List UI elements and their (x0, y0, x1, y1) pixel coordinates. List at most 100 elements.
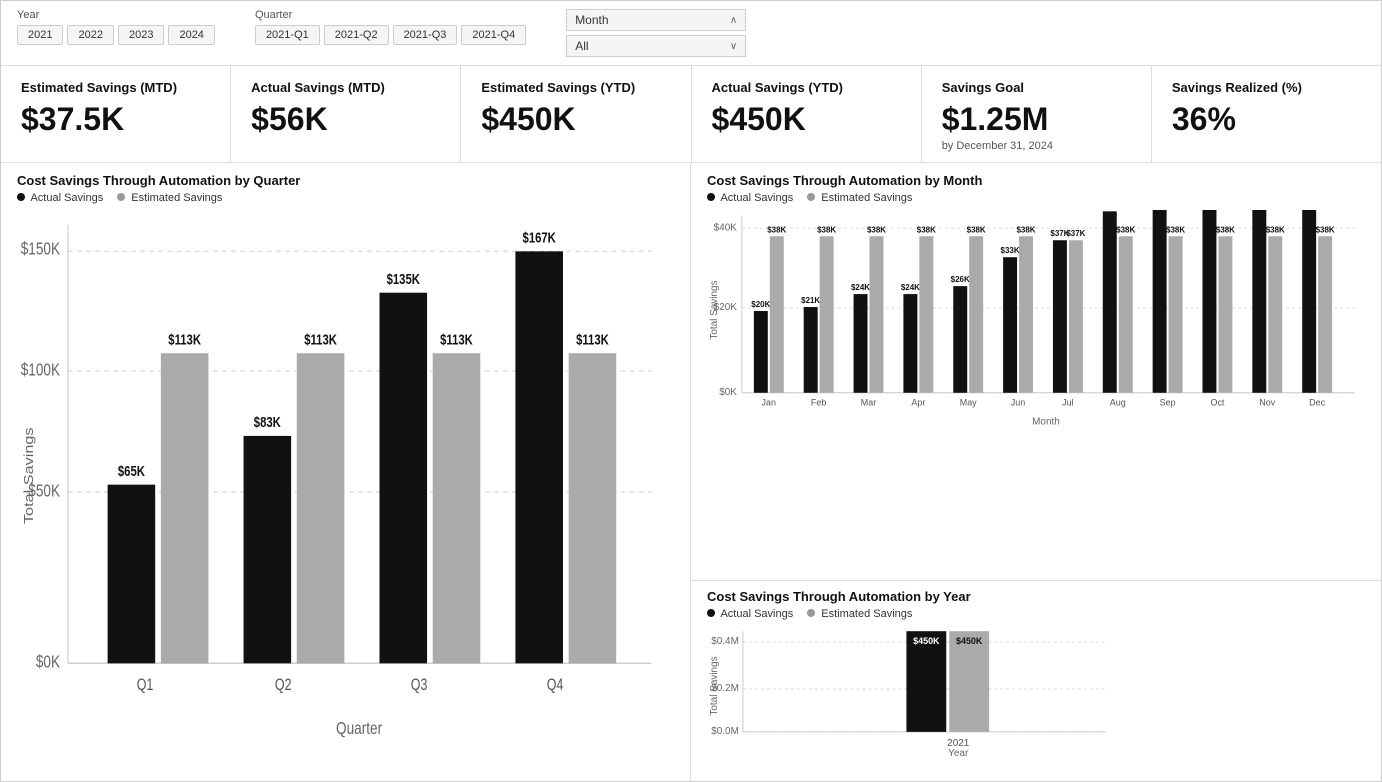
svg-text:Total Savings: Total Savings (709, 280, 720, 339)
svg-text:Q2: Q2 (275, 676, 292, 694)
svg-text:Jun: Jun (1011, 398, 1025, 408)
svg-text:Month: Month (1032, 417, 1060, 428)
svg-text:$26K: $26K (951, 275, 970, 284)
month-dropdown-top[interactable]: Month ∧ (566, 9, 746, 31)
svg-text:$150K: $150K (21, 240, 61, 259)
svg-text:$167K: $167K (523, 229, 557, 246)
yearly-actual-dot (707, 609, 715, 617)
quarter-q3-btn[interactable]: 2021-Q3 (393, 25, 458, 45)
svg-text:Apr: Apr (911, 398, 925, 408)
charts-area: Cost Savings Through Automation by Quart… (1, 163, 1381, 781)
quarter-q2-btn[interactable]: 2021-Q2 (324, 25, 389, 45)
quarter-filter-label: Quarter (255, 9, 526, 21)
year-filter-group: Year 2021 2022 2023 2024 (17, 9, 215, 45)
svg-text:$38K: $38K (967, 225, 986, 234)
quarterly-chart-title: Cost Savings Through Automation by Quart… (17, 173, 674, 188)
kpi-estimated-ytd-title: Estimated Savings (YTD) (481, 80, 635, 97)
actual-legend-dot (17, 193, 25, 201)
svg-text:$24K: $24K (851, 283, 870, 292)
kpi-actual-mtd-value: $56K (251, 101, 328, 138)
svg-text:$21K: $21K (801, 296, 820, 305)
quarter-filter-group: Quarter 2021-Q1 2021-Q2 2021-Q3 2021-Q4 (255, 9, 526, 45)
monthly-estimated-legend: Estimated Savings (807, 192, 912, 204)
svg-text:$38K: $38K (1016, 225, 1035, 234)
kpi-actual-mtd-title: Actual Savings (MTD) (251, 80, 385, 97)
kpi-savings-goal: Savings Goal $1.25M by December 31, 2024 (922, 66, 1152, 162)
quarter-filter-buttons: 2021-Q1 2021-Q2 2021-Q3 2021-Q4 (255, 25, 526, 45)
svg-text:$38K: $38K (1116, 225, 1135, 234)
svg-text:$38K: $38K (767, 225, 786, 234)
monthly-chart-svg: $40K $20K $0K Total Savings (707, 210, 1365, 430)
kpi-actual-mtd: Actual Savings (MTD) $56K (231, 66, 461, 162)
svg-text:Oct: Oct (1210, 398, 1224, 408)
kpi-actual-ytd-value: $450K (712, 101, 806, 138)
kpi-estimated-ytd-value: $450K (481, 101, 575, 138)
quarterly-chart-legend: Actual Savings Estimated Savings (17, 192, 674, 204)
svg-text:$83K: $83K (254, 413, 281, 430)
svg-text:$38K: $38K (817, 225, 836, 234)
svg-text:Q4: Q4 (547, 676, 564, 694)
actual-legend-item: Actual Savings (17, 192, 103, 204)
year-2023-btn[interactable]: 2023 (118, 25, 164, 45)
svg-text:Aug: Aug (1110, 398, 1126, 408)
yearly-chart-legend: Actual Savings Estimated Savings (707, 608, 1365, 620)
monthly-actual-legend: Actual Savings (707, 192, 793, 204)
kpi-savings-realized-value: 36% (1172, 101, 1236, 138)
yearly-chart-svg: $0.4M $0.2M $0.0M Total Savings (707, 626, 1365, 756)
svg-text:May: May (960, 398, 977, 408)
svg-text:$38K: $38K (867, 225, 886, 234)
svg-text:$65K: $65K (118, 462, 145, 479)
year-2024-btn[interactable]: 2024 (168, 25, 214, 45)
year-2022-btn[interactable]: 2022 (67, 25, 113, 45)
svg-text:Year: Year (948, 748, 969, 756)
svg-text:$40K: $40K (714, 222, 738, 233)
svg-text:Sep: Sep (1160, 398, 1176, 408)
svg-text:$20K: $20K (751, 300, 770, 309)
year-2021-btn[interactable]: 2021 (17, 25, 63, 45)
svg-text:$113K: $113K (304, 331, 337, 348)
svg-text:$24K: $24K (901, 283, 920, 292)
kpi-estimated-mtd: Estimated Savings (MTD) $37.5K (1, 66, 231, 162)
quarterly-chart: Cost Savings Through Automation by Quart… (1, 163, 691, 781)
yearly-chart-title: Cost Savings Through Automation by Year (707, 589, 1365, 604)
svg-text:$0K: $0K (36, 653, 61, 672)
kpi-savings-goal-subtitle: by December 31, 2024 (942, 140, 1053, 152)
estimated-legend-dot (117, 193, 125, 201)
dashboard: Year 2021 2022 2023 2024 Quarter 2021-Q1… (0, 0, 1382, 782)
svg-text:Feb: Feb (811, 398, 826, 408)
filter-bar: Year 2021 2022 2023 2024 Quarter 2021-Q1… (1, 1, 1381, 66)
svg-text:$37K: $37K (1066, 229, 1085, 238)
kpi-savings-goal-value: $1.25M (942, 101, 1049, 138)
month-dropdown-value[interactable]: All ∨ (566, 35, 746, 57)
quarterly-chart-svg: $150K $100K $50K $0K Total Savings (17, 210, 674, 771)
svg-text:Q1: Q1 (137, 676, 154, 694)
yearly-estimated-dot (807, 609, 815, 617)
svg-text:Total Savings: Total Savings (709, 656, 720, 715)
svg-text:$450K: $450K (956, 636, 983, 646)
monthly-chart: Cost Savings Through Automation by Month… (691, 163, 1381, 581)
svg-text:Jul: Jul (1062, 398, 1073, 408)
quarter-q1-btn[interactable]: 2021-Q1 (255, 25, 320, 45)
kpi-estimated-mtd-value: $37.5K (21, 101, 124, 138)
right-charts: Cost Savings Through Automation by Month… (691, 163, 1381, 781)
svg-text:Jan: Jan (762, 398, 776, 408)
svg-text:Quarter: Quarter (336, 719, 382, 738)
svg-text:Nov: Nov (1259, 398, 1275, 408)
monthly-estimated-dot (807, 193, 815, 201)
svg-text:$450K: $450K (913, 636, 940, 646)
chevron-down-icon: ∨ (730, 41, 737, 52)
svg-text:$38K: $38K (1266, 225, 1285, 234)
svg-text:$38K: $38K (1166, 225, 1185, 234)
svg-text:$38K: $38K (917, 225, 936, 234)
kpi-estimated-mtd-title: Estimated Savings (MTD) (21, 80, 177, 97)
kpi-savings-realized-title: Savings Realized (%) (1172, 80, 1302, 97)
kpi-estimated-ytd: Estimated Savings (YTD) $450K (461, 66, 691, 162)
quarter-q4-btn[interactable]: 2021-Q4 (461, 25, 526, 45)
yearly-estimated-legend: Estimated Savings (807, 608, 912, 620)
kpi-row: Estimated Savings (MTD) $37.5K Actual Sa… (1, 66, 1381, 163)
chevron-up-icon: ∧ (730, 15, 737, 26)
svg-text:Dec: Dec (1309, 398, 1325, 408)
year-filter-label: Year (17, 9, 215, 21)
monthly-chart-legend: Actual Savings Estimated Savings (707, 192, 1365, 204)
kpi-savings-goal-title: Savings Goal (942, 80, 1024, 97)
